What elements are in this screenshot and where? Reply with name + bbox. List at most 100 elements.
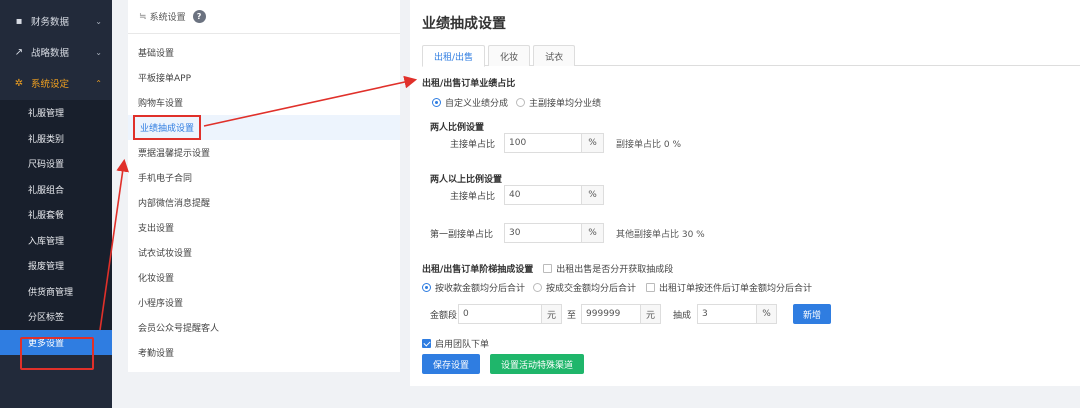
- separate-checkbox[interactable]: [543, 264, 553, 273]
- sidebar-group-label: 战略数据: [31, 48, 70, 59]
- help-icon[interactable]: ?: [192, 10, 206, 23]
- menu-item-fitting[interactable]: 试衣试妆设置: [128, 240, 400, 265]
- two-person-main-input[interactable]: [504, 133, 582, 153]
- menu-item-label: 基础设置: [138, 49, 175, 59]
- sidebar-submenu: 礼服管理 礼服类别 尺码设置 礼服组合 礼服套餐 入库管理 报废管理 供货商管理…: [0, 100, 112, 355]
- sidebar-item-dress-package[interactable]: 礼服套餐: [0, 202, 112, 228]
- layout-gap: [112, 0, 128, 408]
- chevron-down-icon: ⌄: [95, 47, 102, 57]
- commission-label: 抽成: [673, 310, 692, 321]
- return-amount-checkbox[interactable]: [646, 283, 656, 292]
- settings-menu-header: ≒ 系统设置 ?: [128, 0, 400, 34]
- multi-person-main-label: 主接单占比: [450, 191, 496, 202]
- sidebar-item-scrap[interactable]: 报废管理: [0, 253, 112, 279]
- add-tier-button[interactable]: 新增: [793, 304, 832, 324]
- radio-equal-label: 主副接单均分业绩: [529, 99, 602, 109]
- settings-menu-list: 基础设置 平板接单APP 购物车设置 业绩抽成设置 票据温馨提示设置 手机电子合…: [128, 34, 400, 365]
- ratio-mode-radios: 自定义业绩分成 主副接单均分业绩: [432, 96, 601, 109]
- sidebar-item-size-settings[interactable]: 尺码设置: [0, 151, 112, 177]
- trend-icon: ↗: [14, 46, 24, 58]
- menu-item-e-contract[interactable]: 手机电子合同: [128, 165, 400, 190]
- tier-mode-row: 按收款金额均分后合计 按成交金额均分后合计 出租订单按还件后订单金额均分后合计: [422, 281, 812, 294]
- first-vice-input[interactable]: [504, 223, 582, 243]
- multi-person-first-row: 第一副接单占比 % 其他副接单占比 30 %: [430, 223, 705, 243]
- two-person-note: 副接单占比 0 %: [616, 139, 681, 150]
- sidebar-item-dress-manage[interactable]: 礼服管理: [0, 100, 112, 126]
- menu-item-wechat-reminder[interactable]: 内部微信消息提醒: [128, 190, 400, 215]
- yuan-addon: 元: [542, 304, 562, 324]
- multi-person-note: 其他副接单占比 30 %: [616, 229, 705, 240]
- tab-bar: 出租/出售 化妆 试衣: [422, 45, 1080, 67]
- menu-item-expense[interactable]: 支出设置: [128, 215, 400, 240]
- range-label: 金额段: [430, 310, 458, 321]
- radio-equal[interactable]: [516, 98, 526, 107]
- tab-rent-sell[interactable]: 出租/出售: [422, 45, 486, 67]
- menu-item-tablet-app[interactable]: 平板接单APP: [128, 65, 400, 90]
- special-channel-button[interactable]: 设置活动特殊渠道: [490, 354, 584, 374]
- two-person-main-input-group: %: [504, 133, 604, 153]
- radio-by-received[interactable]: [422, 283, 431, 292]
- radio-by-deal[interactable]: [533, 283, 543, 292]
- multi-person-title: 两人以上比例设置: [430, 175, 503, 185]
- two-person-row: 主接单占比 % 副接单占比 0 %: [450, 133, 681, 153]
- menu-item-label: 小程序设置: [138, 299, 184, 309]
- range-from-input[interactable]: [458, 304, 542, 324]
- tab-makeup[interactable]: 化妆: [488, 45, 531, 66]
- menu-item-label: 试衣试妆设置: [138, 249, 193, 259]
- menu-item-cart[interactable]: 购物车设置: [128, 90, 400, 115]
- radio-by-deal-label: 按成交金额均分后合计: [546, 284, 637, 294]
- sidebar-group-finance[interactable]: ▪ 财务数据 ⌄: [0, 8, 112, 34]
- save-settings-button[interactable]: 保存设置: [422, 354, 480, 374]
- page-title: 业绩抽成设置: [422, 16, 506, 32]
- menu-item-label: 购物车设置: [138, 99, 184, 109]
- percent-addon: %: [582, 133, 604, 153]
- two-person-title: 两人比例设置: [430, 123, 485, 133]
- radio-custom[interactable]: [432, 98, 441, 107]
- two-person-main-label: 主接单占比: [450, 139, 496, 150]
- menu-item-receipt-tips[interactable]: 票据温馨提示设置: [128, 140, 400, 165]
- range-to-input[interactable]: [581, 304, 642, 324]
- settings-menu-icon: ≒: [139, 11, 147, 22]
- menu-item-attendance[interactable]: 考勤设置: [128, 340, 400, 365]
- team-order-checkbox[interactable]: [422, 339, 431, 348]
- settings-content: 业绩抽成设置 出租/出售 化妆 试衣 出租/出售订单业绩占比 自定义业绩分成 主…: [410, 0, 1080, 386]
- sidebar-item-dress-category[interactable]: 礼服类别: [0, 126, 112, 152]
- tab-fitting[interactable]: 试衣: [533, 45, 576, 66]
- menu-item-commission[interactable]: 业绩抽成设置: [128, 115, 400, 140]
- team-order-label: 启用团队下单: [435, 340, 490, 350]
- range-from-group: 元: [458, 304, 562, 324]
- highlight-box-more-settings: [20, 337, 94, 370]
- range-to-label: 至: [567, 310, 577, 321]
- multi-person-main-input-group: %: [504, 185, 604, 205]
- sidebar-item-stock-in[interactable]: 入库管理: [0, 228, 112, 254]
- menu-item-label: 化妆设置: [138, 274, 175, 284]
- sidebar-item-dress-combo[interactable]: 礼服组合: [0, 177, 112, 203]
- briefcase-icon: ▪: [15, 15, 23, 27]
- sidebar-group-strategy[interactable]: ↗ 战略数据 ⌄: [0, 39, 112, 65]
- sidebar-group-system[interactable]: ✲ 系统设定 ⌃: [0, 70, 112, 96]
- menu-item-basic[interactable]: 基础设置: [128, 40, 400, 65]
- sidebar-item-supplier[interactable]: 供货商管理: [0, 279, 112, 305]
- percent-addon: %: [582, 185, 604, 205]
- multi-person-main-input[interactable]: [504, 185, 582, 205]
- team-order-row: 启用团队下单: [422, 337, 489, 350]
- first-vice-input-group: %: [504, 223, 604, 243]
- menu-item-label: 业绩抽成设置: [133, 115, 202, 140]
- menu-item-makeup[interactable]: 化妆设置: [128, 265, 400, 290]
- menu-item-label: 平板接单APP: [138, 74, 192, 84]
- sidebar-group-label: 系统设定: [31, 79, 70, 90]
- separate-checkbox-label: 出租出售是否分开获取抽成段: [556, 265, 674, 275]
- return-amount-checkbox-label: 出租订单按还件后订单金额均分后合计: [659, 284, 813, 294]
- menu-item-label: 会员公众号提醒客人: [138, 324, 220, 334]
- menu-item-mini-program[interactable]: 小程序设置: [128, 290, 400, 315]
- menu-item-label: 票据温馨提示设置: [138, 149, 211, 159]
- section-title-ratio: 出租/出售订单业绩占比: [422, 79, 516, 89]
- range-to-group: 元: [581, 304, 662, 324]
- menu-item-label: 考勤设置: [138, 349, 175, 359]
- sidebar-group-label: 财务数据: [31, 17, 70, 28]
- sidebar-item-zone-tags[interactable]: 分区标签: [0, 304, 112, 330]
- multi-person-main-row: 主接单占比 %: [450, 185, 604, 205]
- commission-input[interactable]: [697, 304, 758, 324]
- menu-item-member-account[interactable]: 会员公众号提醒客人: [128, 315, 400, 340]
- section-title-tier: 出租/出售订单阶梯抽成设置: [422, 265, 534, 275]
